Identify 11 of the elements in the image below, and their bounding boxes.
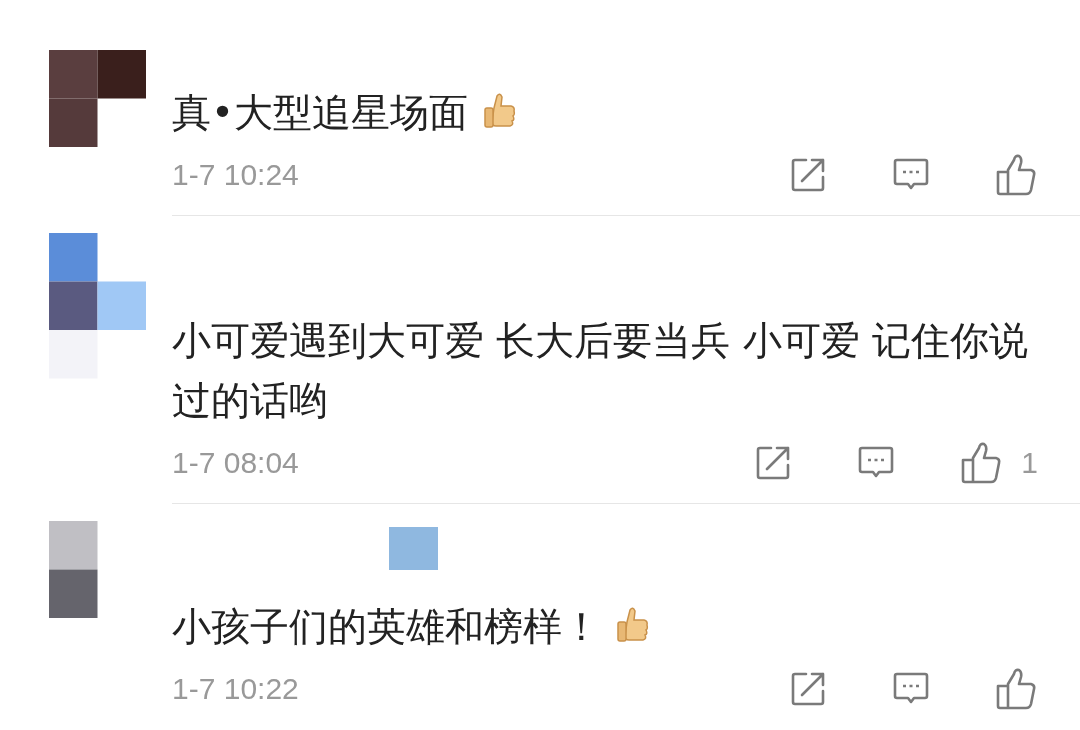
avatar[interactable] xyxy=(49,233,146,379)
like-count: 1 xyxy=(1021,446,1038,480)
like-icon[interactable] xyxy=(994,153,1038,197)
comment-text: 小孩子们的英雄和榜样！ xyxy=(172,604,601,649)
comment-text: 小可爱遇到大可爱 长大后要当兵 小可爱 记住你说过的话哟 xyxy=(172,318,1029,423)
comment-text: 真•大型追星场面 xyxy=(172,90,468,135)
comment-time: 1-7 10:24 xyxy=(172,158,299,192)
comment-time: 1-7 08:04 xyxy=(172,446,299,480)
username-mosaic xyxy=(389,527,438,570)
comment-time: 1-7 10:22 xyxy=(172,672,299,706)
like-icon[interactable] xyxy=(994,667,1038,711)
